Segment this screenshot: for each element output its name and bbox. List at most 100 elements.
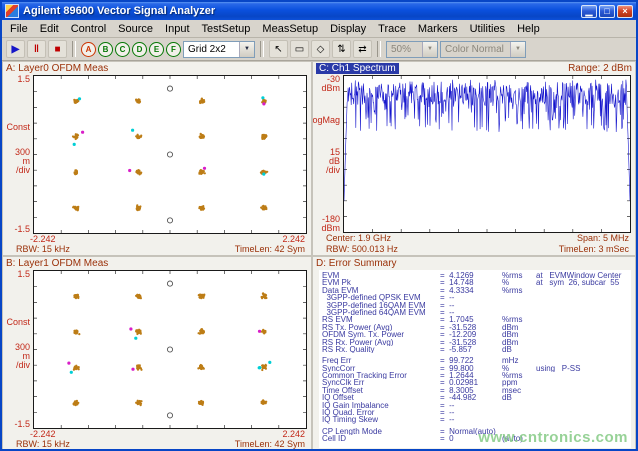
spectrum-svg <box>344 76 630 232</box>
menu-bar: FileEditControlSourceInputTestSetupMeasS… <box>2 20 636 38</box>
stop-button[interactable]: ■ <box>48 40 67 58</box>
panel-c-plot[interactable] <box>343 75 631 233</box>
pause-button[interactable]: ‖ <box>27 40 46 58</box>
menu-item-markers[interactable]: Markers <box>412 22 464 36</box>
error-summary-row: SyncCorr= 99.800%using P-SS <box>322 365 629 372</box>
error-summary-table: EVM= 4.1269%rmsat EVMWindow CenterEVM Pk… <box>319 270 631 448</box>
constellation-b-svg <box>34 271 306 428</box>
timelen-label: TimeLen: 42 Sym <box>235 439 305 450</box>
x-min-label: -2.242 <box>30 429 56 439</box>
panel-a-header: A: Layer0 OFDM Meas <box>3 62 311 75</box>
panel-b-title[interactable]: B: Layer1 OFDM Meas <box>6 258 108 269</box>
maximize-button[interactable]: □ <box>599 5 615 18</box>
panel-c-title[interactable]: C: Ch1 Spectrum <box>316 63 399 74</box>
error-summary-row: Cell ID= 0(auto) <box>322 435 629 442</box>
panel-d-error-summary: D: Error Summary EVM= 4.1269%rmsat EVMWi… <box>313 257 635 450</box>
trace-e-button[interactable]: E <box>149 42 164 57</box>
scale-type-label: LogMag <box>313 116 340 125</box>
panel-c-footer-2: RBW: 500.013 Hz TimeLen: 3 mSec <box>313 244 635 255</box>
toolbar-separator <box>260 41 264 57</box>
menu-item-meassetup[interactable]: MeasSetup <box>256 22 324 36</box>
y-scale-label: 300m/div <box>15 343 30 370</box>
error-summary-row: Data EVM= 4.3334%rms <box>322 287 629 294</box>
zone-marker-tool-icon[interactable]: ▭ <box>290 40 309 58</box>
menu-item-input[interactable]: Input <box>159 22 195 36</box>
window-controls: ▁□× <box>581 5 633 18</box>
panel-c-spectrum: C: Ch1 Spectrum Range: 2 dBm -30dBm LogM… <box>313 62 635 255</box>
grid-layout-select[interactable]: Grid 2x2▼ <box>183 41 255 58</box>
panel-a-y-axis: 1.5 Const 300m/div -1.5 <box>3 75 33 234</box>
x-max-label: 2.242 <box>282 429 305 439</box>
trace-d-button[interactable]: D <box>132 42 147 57</box>
center-freq-label: Center: 1.9 GHz <box>326 233 391 244</box>
grid-layout-select-value: Grid 2x2 <box>184 44 239 55</box>
panel-a-plot[interactable] <box>33 75 307 234</box>
y-max-label: 1.5 <box>17 75 30 84</box>
color-select[interactable]: Color Normal▼ <box>440 41 526 58</box>
y-max-label: -30dBm <box>321 75 340 93</box>
minimize-button[interactable]: ▁ <box>581 5 597 18</box>
error-summary-row: IQ Gain Imbalance= -- <box>322 402 629 409</box>
panel-b-footer: RBW: 15 kHz TimeLen: 42 Sym <box>3 439 311 450</box>
offset-marker-tool-icon[interactable]: ⇄ <box>353 40 372 58</box>
panel-c-y-axis: -30dBm LogMag 15dB/div -180dBm <box>313 75 343 233</box>
menu-item-display[interactable]: Display <box>324 22 372 36</box>
menu-item-testsetup[interactable]: TestSetup <box>196 22 257 36</box>
error-summary-row: Time Offset= 8.3005msec <box>322 387 629 394</box>
y-min-label: -1.5 <box>14 420 30 429</box>
error-summary-row: RS Tx. Power (Avg)= -31.528dBm <box>322 324 629 331</box>
zoom-select-value: 50% <box>387 44 422 55</box>
panel-a-layer0-ofdm: A: Layer0 OFDM Meas 1.5 Const 300m/div -… <box>3 62 311 255</box>
panel-d-title[interactable]: D: Error Summary <box>316 258 397 269</box>
y-scale-label: 15dB/div <box>326 148 340 175</box>
zoom-select[interactable]: 50%▼ <box>386 41 438 58</box>
trace-a-button[interactable]: A <box>81 42 96 57</box>
range-label: Range: 2 dBm <box>568 63 632 74</box>
x-max-label: 2.242 <box>282 234 305 244</box>
marker-tool-icon[interactable]: ◇ <box>311 40 330 58</box>
menu-item-help[interactable]: Help <box>511 22 546 36</box>
y-axis-title: Const <box>6 318 30 327</box>
error-summary-row: 3GPP-defined 64QAM EVM= -- <box>322 309 629 316</box>
menu-item-file[interactable]: File <box>4 22 34 36</box>
panel-a-footer: RBW: 15 kHz TimeLen: 42 Sym <box>3 244 311 255</box>
menu-item-utilities[interactable]: Utilities <box>464 22 511 36</box>
error-summary-row: IQ Quad. Error= -- <box>322 409 629 416</box>
error-summary-row: EVM Pk= 14.748%at sym 26, subcar 55 <box>322 279 629 286</box>
trace-b-button[interactable]: B <box>98 42 113 57</box>
chevron-down-icon[interactable]: ▼ <box>239 42 254 57</box>
play-button[interactable]: ▶ <box>6 40 25 58</box>
y-scale-label: 300m/div <box>15 148 30 175</box>
y-max-label: 1.5 <box>17 270 30 279</box>
close-button[interactable]: × <box>617 5 633 18</box>
menu-item-source[interactable]: Source <box>112 22 159 36</box>
error-summary-row: RS Rx. Power (Avg)= -31.528dBm <box>322 339 629 346</box>
band-marker-tool-icon[interactable]: ⇅ <box>332 40 351 58</box>
panel-b-plot[interactable] <box>33 270 307 429</box>
panel-c-footer-1: Center: 1.9 GHz Span: 5 MHz <box>313 233 635 244</box>
panel-b-layer1-ofdm: B: Layer1 OFDM Meas 1.5 Const 300m/div -… <box>3 257 311 450</box>
trace-c-button[interactable]: C <box>115 42 130 57</box>
pointer-tool-icon[interactable]: ↖ <box>269 40 288 58</box>
rbw-label: RBW: 15 kHz <box>16 244 70 255</box>
menu-item-edit[interactable]: Edit <box>34 22 65 36</box>
toolbar-separator <box>377 41 381 57</box>
error-summary-row: RS EVM= 1.7045%rms <box>322 316 629 323</box>
chevron-down-icon[interactable]: ▼ <box>422 42 437 57</box>
menu-item-trace[interactable]: Trace <box>372 22 412 36</box>
trace-f-button[interactable]: F <box>166 42 181 57</box>
panel-a-title[interactable]: A: Layer0 OFDM Meas <box>6 63 108 74</box>
toolbar-separator <box>72 41 76 57</box>
title-bar[interactable]: Agilent 89600 Vector Signal Analyzer ▁□× <box>2 2 636 20</box>
error-summary-row: Common Tracking Error= 1.2644%rms <box>322 372 629 379</box>
color-select-value: Color Normal <box>441 44 510 55</box>
error-summary-row: SyncClk Err= 0.02981ppm <box>322 379 629 386</box>
app-window: Agilent 89600 Vector Signal Analyzer ▁□×… <box>0 0 638 451</box>
chevron-down-icon[interactable]: ▼ <box>510 42 525 57</box>
error-summary-row: OFDM Sym. Tx. Power= -12.209dBm <box>322 331 629 338</box>
panel-a-x-axis: -2.242 2.242 <box>3 234 311 244</box>
rbw-label: RBW: 15 kHz <box>16 439 70 450</box>
menu-item-control[interactable]: Control <box>65 22 112 36</box>
panel-b-y-axis: 1.5 Const 300m/div -1.5 <box>3 270 33 429</box>
toolbar: ▶‖■ABCDEFGrid 2x2▼↖▭◇⇅⇄50%▼Color Normal▼ <box>2 38 636 61</box>
